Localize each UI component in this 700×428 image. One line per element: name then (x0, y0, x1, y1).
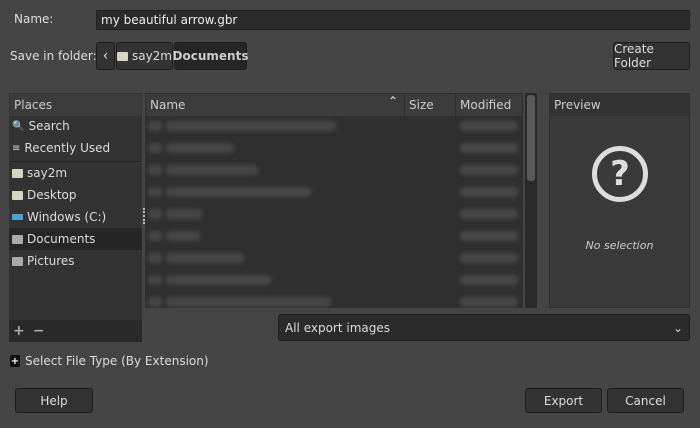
sort-ascending-icon: ⌃ (387, 94, 398, 108)
path-back-button[interactable]: ‹ (96, 42, 115, 70)
save-in-folder-label: Save in folder: (10, 49, 97, 63)
path-say2m-button[interactable]: say2m (116, 42, 173, 70)
file-row-obscured[interactable] (460, 187, 518, 197)
file-icon (148, 209, 162, 219)
file-row-obscured[interactable] (460, 253, 518, 263)
column-size[interactable]: Size (405, 94, 455, 116)
file-icon (148, 187, 162, 197)
add-bookmark-button[interactable]: + (13, 323, 25, 339)
file-row-obscured[interactable] (166, 253, 244, 263)
file-row-obscured[interactable] (166, 209, 202, 219)
file-row-obscured[interactable] (166, 121, 336, 131)
folder-icon (117, 51, 128, 61)
preview-header: Preview (550, 94, 689, 116)
scrollbar-thumb[interactable] (527, 95, 535, 181)
path-label: say2m (131, 49, 172, 63)
place-search[interactable]: 🔍 Search (9, 115, 142, 137)
file-row-obscured[interactable] (166, 275, 271, 285)
path-documents-button[interactable]: Documents (173, 42, 248, 70)
place-label: Documents (27, 232, 96, 246)
expand-plus-icon: + (10, 355, 20, 367)
search-icon: 🔍 (12, 120, 25, 132)
place-windows-c[interactable]: Windows (C:) (9, 206, 142, 228)
filter-value: All export images (285, 321, 391, 335)
file-icon (148, 297, 162, 307)
file-row-obscured[interactable] (460, 275, 518, 285)
column-name[interactable]: Name ⌃ (146, 94, 404, 116)
recent-icon: ≡ (12, 142, 21, 154)
folder-icon (12, 190, 23, 200)
folder-icon (12, 256, 23, 266)
expander-label: Select File Type (By Extension) (25, 354, 209, 368)
file-icon (148, 165, 162, 175)
name-label: Name: (14, 12, 54, 26)
places-toolbar: + − (9, 320, 142, 342)
file-row-obscured[interactable] (460, 165, 518, 175)
places-header: Places (10, 94, 141, 116)
file-row-obscured[interactable] (166, 143, 234, 153)
file-row-obscured[interactable] (166, 187, 311, 197)
place-label: Windows (C:) (27, 210, 107, 224)
folder-icon (12, 234, 23, 244)
place-documents[interactable]: Documents (9, 228, 142, 250)
place-label: Search (28, 119, 70, 133)
file-icon (148, 253, 162, 263)
place-desktop[interactable]: Desktop (9, 184, 142, 206)
place-label: Pictures (27, 254, 75, 268)
file-row-obscured[interactable] (460, 231, 518, 241)
file-icon (148, 275, 162, 285)
file-row-obscured[interactable] (460, 121, 518, 131)
cancel-button[interactable]: Cancel (607, 388, 684, 413)
file-type-expander[interactable]: + Select File Type (By Extension) (10, 354, 209, 368)
preview-empty-text: No selection (585, 239, 654, 252)
chevron-down-icon: ⌄ (672, 321, 683, 335)
file-filter-dropdown[interactable]: All export images ⌄ (278, 314, 690, 341)
place-label: say2m (27, 166, 68, 180)
file-row-obscured[interactable] (460, 297, 518, 307)
remove-bookmark-button[interactable]: − (33, 323, 45, 339)
drive-icon (12, 214, 23, 220)
place-recently-used[interactable]: ≡ Recently Used (9, 137, 142, 159)
export-button[interactable]: Export (525, 388, 602, 413)
file-row-obscured[interactable] (166, 231, 200, 241)
file-row-obscured[interactable] (166, 297, 331, 307)
help-button[interactable]: Help (15, 388, 93, 413)
file-row-obscured[interactable] (166, 165, 258, 175)
place-label: Recently Used (24, 141, 111, 155)
file-icon (148, 231, 162, 241)
file-icon (148, 121, 162, 131)
filename-input[interactable]: my beautiful arrow.gbr (96, 10, 690, 30)
place-pictures[interactable]: Pictures (9, 250, 142, 272)
column-label: Name (150, 98, 186, 112)
place-say2m[interactable]: say2m (9, 162, 142, 184)
question-icon: ? (592, 146, 648, 202)
file-icon (148, 143, 162, 153)
place-label: Desktop (27, 188, 77, 202)
chevron-left-icon: ‹ (102, 48, 109, 64)
create-folder-button[interactable]: Create Folder (613, 42, 690, 70)
file-list-scrollbar[interactable] (525, 93, 537, 308)
file-row-obscured[interactable] (460, 143, 518, 153)
column-modified[interactable]: Modified (456, 94, 522, 116)
file-row-obscured[interactable] (460, 209, 518, 219)
folder-icon (12, 168, 23, 178)
